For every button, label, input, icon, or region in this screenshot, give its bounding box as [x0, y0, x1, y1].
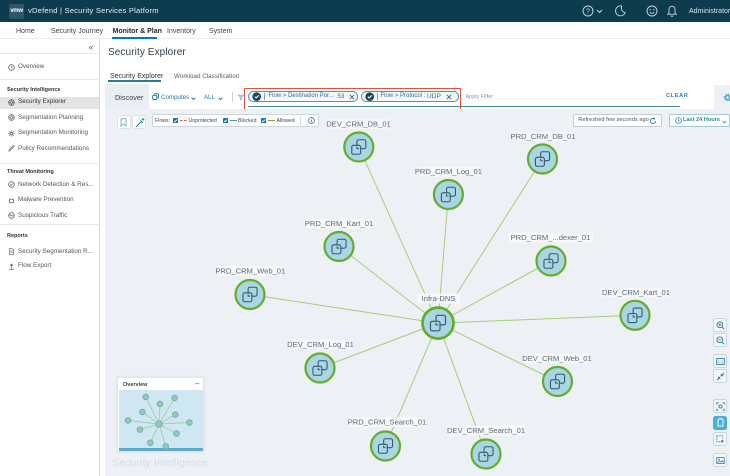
svg-text:DEV_CRM_DB_01: DEV_CRM_DB_01: [326, 119, 391, 128]
svg-text:PRD_CRM_DB_01: PRD_CRM_DB_01: [511, 132, 576, 141]
svg-text:DEV_CRM_Search_01: DEV_CRM_Search_01: [447, 426, 525, 435]
svg-text:PRD_CRM_Log_01: PRD_CRM_Log_01: [415, 167, 482, 176]
svg-text:DEV_CRM_Kart_01: DEV_CRM_Kart_01: [602, 288, 670, 297]
svg-text:Infra-DNS: Infra-DNS: [422, 294, 456, 303]
svg-text:PRD_CRM_Kart_01: PRD_CRM_Kart_01: [305, 219, 373, 228]
svg-text:PRD_CRM_Web_01: PRD_CRM_Web_01: [215, 266, 285, 275]
svg-text:PRD_CRM_...dexer_01: PRD_CRM_...dexer_01: [511, 233, 591, 242]
svg-text:?: ?: [586, 8, 590, 15]
svg-text:1:1: 1:1: [718, 359, 724, 364]
svg-text:PRD_CRM_Search_01: PRD_CRM_Search_01: [348, 417, 427, 426]
svg-text:DEV_CRM_Log_01: DEV_CRM_Log_01: [287, 340, 354, 349]
svg-text:DEV_CRM_Web_01: DEV_CRM_Web_01: [522, 354, 592, 363]
